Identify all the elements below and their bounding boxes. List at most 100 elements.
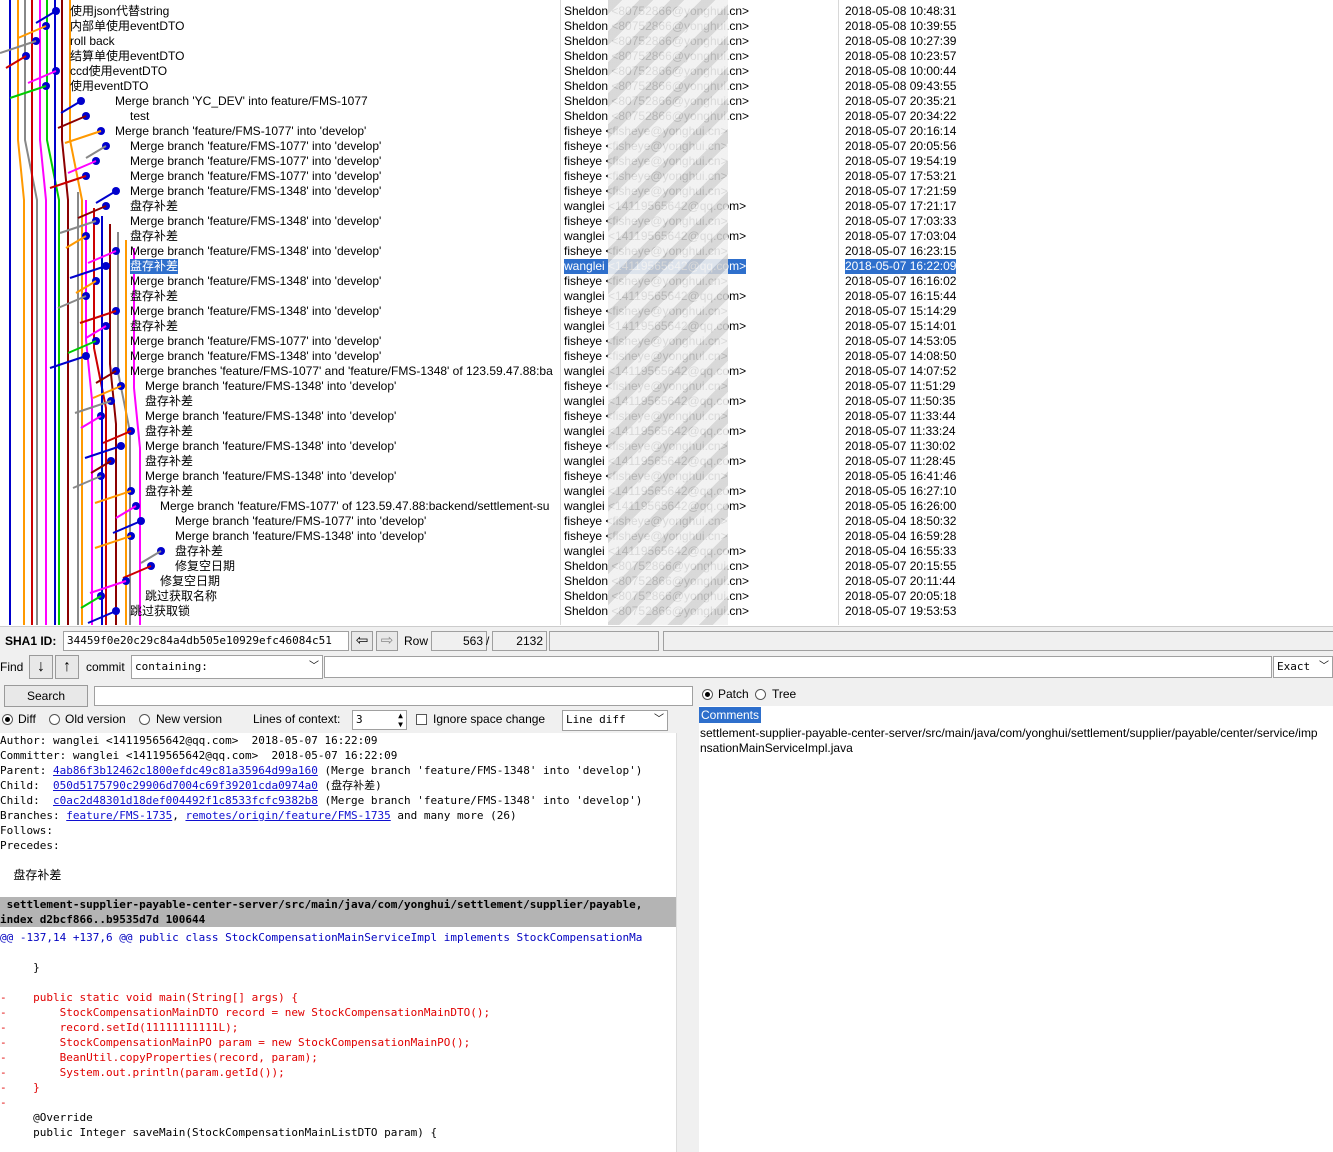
file-item[interactable]: settlement-supplier-payable-center-serve… [700, 725, 1318, 741]
commit-message[interactable]: Merge branch 'feature/FMS-1077' into 'de… [130, 169, 381, 184]
commit-message[interactable]: Merge branch 'feature/FMS-1348' into 'de… [130, 274, 381, 289]
commit-message[interactable]: Merge branch 'feature/FMS-1348' into 'de… [175, 529, 426, 544]
commit-message[interactable]: Merge branch 'feature/FMS-1348' into 'de… [145, 379, 396, 394]
commit-date[interactable]: 2018-05-07 16:15:44 [845, 289, 956, 304]
forward-arrow-button[interactable]: ⇨ [376, 631, 398, 651]
commit-date[interactable]: 2018-05-07 17:21:17 [845, 199, 956, 214]
commit-message[interactable]: Merge branch 'feature/FMS-1077' into 'de… [130, 334, 381, 349]
commit-message[interactable]: Merge branches 'feature/FMS-1077' and 'f… [130, 364, 553, 379]
commit-date[interactable]: 2018-05-04 16:59:28 [845, 529, 956, 544]
commit-message[interactable]: 盘存补差 [145, 484, 193, 499]
commit-date[interactable]: 2018-05-07 14:53:05 [845, 334, 956, 349]
commit-date[interactable]: 2018-05-07 17:21:59 [845, 184, 956, 199]
file-item-continued[interactable]: nsationMainServiceImpl.java [700, 740, 853, 756]
commit-date[interactable]: 2018-05-07 15:14:01 [845, 319, 956, 334]
commit-date[interactable]: 2018-05-07 20:15:55 [845, 559, 956, 574]
commit-date[interactable]: 2018-05-08 09:43:55 [845, 79, 956, 94]
commit-date[interactable]: 2018-05-07 15:14:29 [845, 304, 956, 319]
commit-date[interactable]: 2018-05-07 11:33:44 [845, 409, 956, 424]
commit-message[interactable]: Merge branch 'feature/FMS-1077' into 'de… [130, 139, 381, 154]
commit-message[interactable]: 跳过获取锁 [130, 604, 190, 619]
commit-date[interactable]: 2018-05-07 17:03:33 [845, 214, 956, 229]
commit-message[interactable]: Merge branch 'feature/FMS-1348' into 'de… [130, 244, 381, 259]
commit-date[interactable]: 2018-05-07 14:07:52 [845, 364, 956, 379]
commit-date[interactable]: 2018-05-07 20:35:21 [845, 94, 956, 109]
commit-date[interactable]: 2018-05-07 20:05:56 [845, 139, 956, 154]
commit-date[interactable]: 2018-05-07 16:16:02 [845, 274, 956, 289]
commit-message[interactable]: 修复空日期 [175, 559, 235, 574]
find-up-button[interactable]: ↑ [55, 655, 79, 679]
find-match-select[interactable]: Exact ﹀ [1273, 656, 1333, 678]
tree-radio[interactable] [755, 689, 766, 700]
branch-link[interactable]: remotes/origin/feature/FMS-1735 [185, 809, 390, 822]
sha1-input[interactable]: 34459f0e20c29c84a4db505e10929efc46084c51 [63, 631, 349, 651]
commit-message[interactable]: Merge branch 'feature/FMS-1348' into 'de… [145, 469, 396, 484]
commit-date[interactable]: 2018-05-07 14:08:50 [845, 349, 956, 364]
commit-date[interactable]: 2018-05-07 17:53:21 [845, 169, 956, 184]
commit-message[interactable]: Merge branch 'feature/FMS-1348' into 'de… [145, 409, 396, 424]
old-version-radio[interactable] [49, 714, 60, 725]
commit-message[interactable]: test [130, 109, 149, 124]
commit-graph-column[interactable]: 使用json代替string 内部单使用eventDTO roll back 结算单使… [0, 0, 555, 625]
commit-date[interactable]: 2018-05-07 19:54:19 [845, 154, 956, 169]
parent-link[interactable]: 4ab86f3b12462c1800efdc49c81a35964d99a160 [53, 764, 318, 777]
commit-date[interactable]: 2018-05-08 10:23:57 [845, 49, 956, 64]
commit-message[interactable]: Merge branch 'feature/FMS-1348' into 'de… [145, 439, 396, 454]
commit-message[interactable]: 盘存补差 [130, 229, 178, 244]
ignore-space-checkbox[interactable] [416, 714, 427, 725]
commit-date[interactable]: 2018-05-05 16:41:46 [845, 469, 956, 484]
commit-message[interactable]: 盘存补差 [145, 424, 193, 439]
commit-message[interactable]: 修复空日期 [160, 574, 220, 589]
commit-date[interactable]: 2018-05-07 11:51:29 [845, 379, 956, 394]
commit-message[interactable]: ccd使用eventDTO [70, 64, 167, 79]
commit-message[interactable]: 使用json代替string [70, 4, 169, 19]
commit-date[interactable]: 2018-05-08 10:39:55 [845, 19, 956, 34]
commit-message[interactable]: 盘存补差 [130, 259, 179, 274]
commit-date[interactable]: 2018-05-04 16:55:33 [845, 544, 956, 559]
commit-date[interactable]: 2018-05-07 20:11:44 [845, 574, 956, 589]
diff-scrollbar[interactable] [676, 733, 699, 1152]
commit-message[interactable]: Merge branch 'feature/FMS-1077' into 'de… [130, 154, 381, 169]
commit-message[interactable]: 盘存补差 [130, 319, 178, 334]
commit-message[interactable]: roll back [70, 34, 115, 49]
back-arrow-button[interactable]: ⇦ [351, 631, 373, 651]
commit-message[interactable]: 使用eventDTO [70, 79, 148, 94]
child-link[interactable]: c0ac2d48301d18def004492f1c8533fcfc9382b8 [53, 794, 318, 807]
commit-message[interactable]: Merge branch 'feature/FMS-1077' into 'de… [115, 124, 366, 139]
commit-date[interactable]: 2018-05-07 16:23:15 [845, 244, 956, 259]
branch-link[interactable]: feature/FMS-1735 [66, 809, 172, 822]
find-mode-select[interactable]: containing: ﹀ [131, 655, 323, 679]
commit-date[interactable]: 2018-05-07 20:05:18 [845, 589, 956, 604]
diff-mode-select[interactable]: Line diff ﹀ [562, 710, 668, 731]
comments-item[interactable]: Comments [699, 707, 762, 723]
commit-message[interactable]: 盘存补差 [130, 199, 178, 214]
new-version-radio[interactable] [139, 714, 150, 725]
commit-message[interactable]: 盘存补差 [175, 544, 223, 559]
child-link[interactable]: 050d5175790c29906d7004c69f39201cda0974a0 [53, 779, 318, 792]
spinner-arrows-icon[interactable]: ▲ ▼ [398, 711, 403, 729]
find-down-button[interactable]: ↓ [29, 655, 53, 679]
commit-message[interactable]: Merge branch 'YC_DEV' into feature/FMS-1… [115, 94, 368, 109]
commit-message[interactable]: Merge branch 'feature/FMS-1348' into 'de… [130, 304, 381, 319]
commit-message[interactable]: 盘存补差 [145, 454, 193, 469]
commit-message[interactable]: 跳过获取名称 [145, 589, 217, 604]
commit-date[interactable]: 2018-05-07 11:30:02 [845, 439, 956, 454]
commit-message[interactable]: 结算单使用eventDTO [70, 49, 184, 64]
commit-date[interactable]: 2018-05-05 16:26:00 [845, 499, 956, 514]
patch-radio[interactable] [702, 689, 713, 700]
commit-list-pane[interactable]: 使用json代替string 内部单使用eventDTO roll back 结算单使… [0, 0, 1333, 625]
commit-date[interactable]: 2018-05-05 16:27:10 [845, 484, 956, 499]
find-input[interactable] [324, 656, 1272, 678]
date-column[interactable]: 2018-05-08 10:48:31 2018-05-08 10:39:55 20… [838, 0, 1333, 625]
commit-date[interactable]: 2018-05-08 10:00:44 [845, 64, 956, 79]
commit-message[interactable]: 内部单使用eventDTO [70, 19, 184, 34]
commit-date[interactable]: 2018-05-07 11:33:24 [845, 424, 956, 439]
diff-radio[interactable] [2, 714, 13, 725]
commit-message[interactable]: Merge branch 'feature/FMS-1077' of 123.5… [160, 499, 549, 514]
commit-message[interactable]: 盘存补差 [130, 289, 178, 304]
diff-pane[interactable]: Author: wanglei <14119565642@qq.com> 201… [0, 733, 676, 1152]
commit-message[interactable]: Merge branch 'feature/FMS-1077' into 'de… [175, 514, 426, 529]
commit-date[interactable]: 2018-05-04 18:50:32 [845, 514, 956, 529]
commit-message[interactable]: 盘存补差 [145, 394, 193, 409]
file-list-pane[interactable]: Comments settlement-supplier-payable-cen… [699, 706, 1333, 1152]
